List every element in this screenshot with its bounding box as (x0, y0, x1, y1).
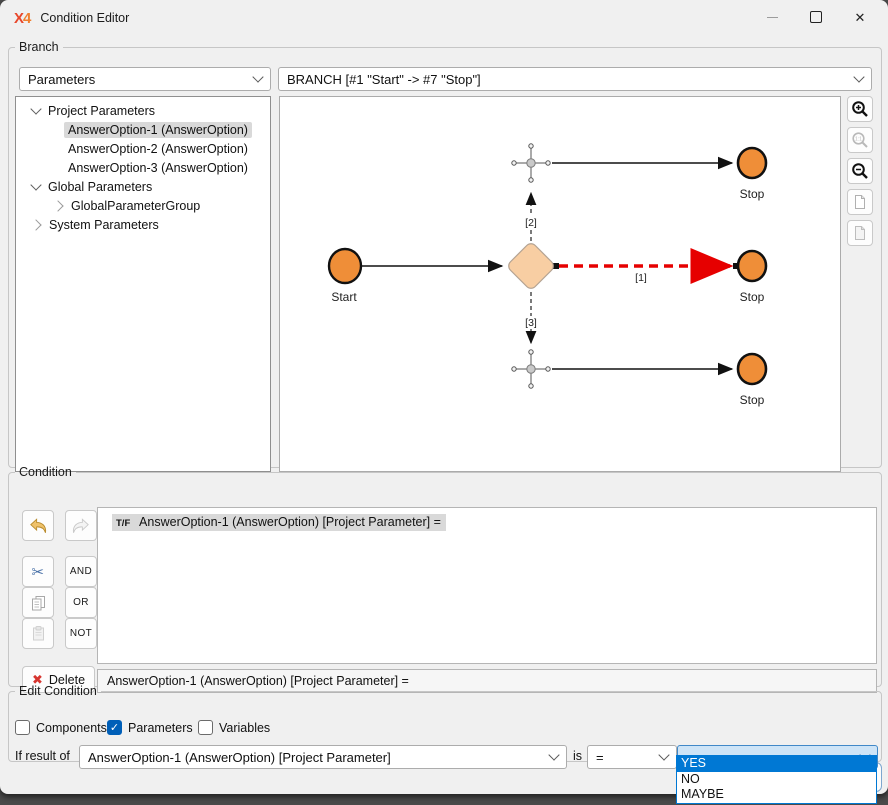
stop-node-bottom[interactable]: Stop (738, 354, 766, 407)
branch-select[interactable]: BRANCH [#1 "Start" -> #7 "Stop"] (278, 67, 872, 91)
branch-diagram[interactable]: [1] [2] [3] (279, 96, 841, 472)
checkbox-unchecked-icon[interactable] (15, 720, 30, 735)
zoom-in-icon (851, 100, 869, 118)
stop-node-mid[interactable]: Stop (738, 251, 766, 304)
dropdown-option-no[interactable]: NO (677, 772, 876, 788)
chevron-down-icon (252, 71, 263, 82)
close-button[interactable]: ✕ (838, 2, 882, 32)
condition-group: Condition ✂ AND OR (8, 465, 882, 687)
if-result-of-label: If result of (15, 749, 70, 763)
branch-decision-node[interactable] (506, 241, 555, 290)
fit-page-button[interactable] (847, 189, 873, 215)
checkbox-components[interactable]: Components (15, 720, 107, 735)
checkbox-parameters[interactable]: ✓ Parameters (107, 720, 193, 735)
edge-2-label: [2] (525, 217, 537, 229)
parameter-tree: Project Parameters AnswerOption-1 (Answe… (15, 96, 271, 472)
chevron-down-icon (853, 71, 864, 82)
paste-icon (30, 625, 47, 642)
edge-1-label: [1] (635, 272, 647, 284)
tree-item-project-parameters[interactable]: Project Parameters (16, 101, 270, 120)
minimize-button[interactable] (750, 2, 794, 32)
redo-button[interactable] (65, 510, 97, 541)
condition-editor-window: X4 Condition Editor ✕ Branch Parameters … (0, 0, 888, 794)
zoom-in-button[interactable] (847, 96, 873, 122)
paste-button[interactable] (22, 618, 54, 649)
condition-expression-list[interactable]: T/F AnswerOption-1 (AnswerOption) [Proje… (97, 507, 877, 664)
branch-group-label: Branch (15, 40, 63, 54)
stop-node-label: Stop (740, 187, 765, 201)
junction-node-top[interactable] (512, 144, 550, 182)
condition-expression-item[interactable]: T/F AnswerOption-1 (AnswerOption) [Proje… (112, 514, 446, 531)
dropdown-option-maybe[interactable]: MAYBE (677, 787, 876, 803)
undo-icon (28, 517, 48, 535)
close-icon: ✕ (855, 11, 866, 24)
page-icon (852, 194, 868, 210)
is-label: is (573, 749, 582, 763)
tree-item-global-parameters[interactable]: Global Parameters (16, 177, 270, 196)
zoom-out-button[interactable] (847, 158, 873, 184)
tree-item-answeroption-2[interactable]: AnswerOption-2 (AnswerOption) (16, 139, 270, 158)
chevron-collapsed-icon[interactable] (30, 219, 41, 230)
redo-icon (71, 517, 91, 535)
window-title: Condition Editor (40, 11, 129, 25)
branch-group: Branch Parameters BRANCH [#1 "Start" -> … (8, 40, 882, 468)
title-bar: X4 Condition Editor ✕ (0, 0, 888, 36)
dropdown-option-yes[interactable]: YES (677, 756, 876, 772)
stop-node-label: Stop (740, 393, 765, 407)
tree-item-answeroption-1[interactable]: AnswerOption-1 (AnswerOption) (16, 120, 270, 139)
operator-select[interactable]: = (587, 745, 677, 769)
edit-condition-group: Edit Condition Components ✓ Parameters V… (8, 684, 882, 762)
svg-text:1:1: 1:1 (855, 137, 862, 143)
checkbox-variables[interactable]: Variables (198, 720, 270, 735)
branch-category-select[interactable]: Parameters (19, 67, 271, 91)
true-false-badge: T/F (116, 518, 130, 529)
minimize-icon (767, 17, 778, 18)
condition-group-label: Condition (15, 465, 76, 479)
maximize-button[interactable] (794, 2, 838, 32)
stop-node-label: Stop (740, 290, 765, 304)
start-node-label: Start (331, 290, 357, 304)
page-icon (852, 225, 868, 241)
chevron-expanded-icon[interactable] (30, 103, 41, 114)
chevron-collapsed-icon[interactable] (52, 200, 63, 211)
checkbox-unchecked-icon[interactable] (198, 720, 213, 735)
chevron-down-icon (658, 749, 669, 760)
tree-item-system-parameters[interactable]: System Parameters (16, 215, 270, 234)
undo-button[interactable] (22, 510, 54, 541)
and-button[interactable]: AND (65, 556, 97, 587)
maximize-icon (810, 11, 822, 23)
value-dropdown-list: YES NO MAYBE (676, 755, 877, 804)
zoom-out-icon (851, 162, 869, 180)
copy-button[interactable] (22, 587, 54, 618)
zoom-one-to-one-icon: 1:1 (851, 131, 869, 149)
flow-diagram-canvas: [1] [2] [3] (280, 97, 840, 471)
stop-node-top[interactable]: Stop (738, 148, 766, 201)
junction-node-bottom[interactable] (512, 350, 550, 388)
tree-item-answeroption-3[interactable]: AnswerOption-3 (AnswerOption) (16, 158, 270, 177)
or-button[interactable]: OR (65, 587, 97, 618)
start-node[interactable]: Start (329, 249, 361, 304)
cut-button[interactable]: ✂ (22, 556, 54, 587)
edge-3-label: [3] (525, 317, 537, 329)
chevron-down-icon (548, 749, 559, 760)
tree-item-globalparametergroup[interactable]: GlobalParameterGroup (16, 196, 270, 215)
fit-width-button[interactable] (847, 220, 873, 246)
not-button[interactable]: NOT (65, 618, 97, 649)
zoom-actual-size-button[interactable]: 1:1 (847, 127, 873, 153)
x4-logo-icon: X4 (14, 10, 30, 27)
checkbox-checked-icon[interactable]: ✓ (107, 720, 122, 735)
edit-condition-group-label: Edit Condition (15, 684, 101, 698)
chevron-expanded-icon[interactable] (30, 179, 41, 190)
scissors-icon: ✂ (32, 563, 45, 581)
parameter-select[interactable]: AnswerOption-1 (AnswerOption) [Project P… (79, 745, 567, 769)
copy-icon (30, 594, 47, 611)
